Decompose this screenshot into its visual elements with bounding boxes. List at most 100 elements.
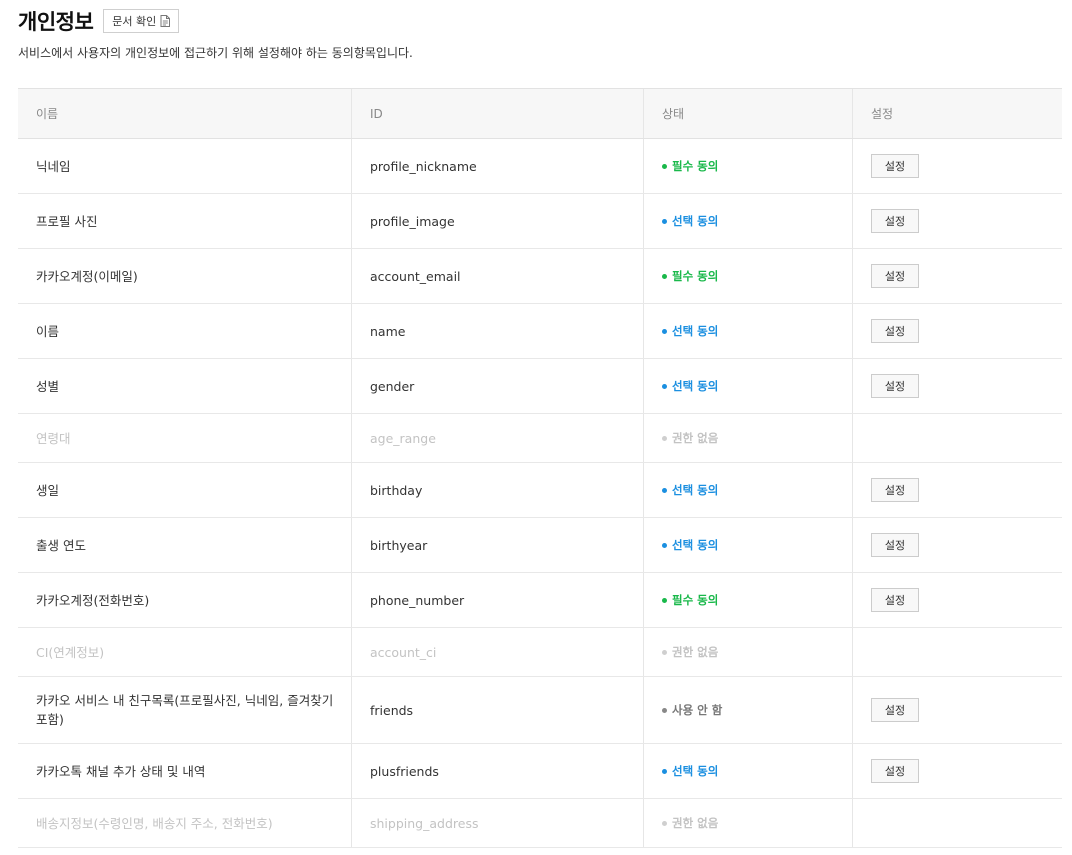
consent-item-id: age_range <box>352 414 644 462</box>
settings-cell: 설정 <box>853 359 1062 413</box>
settings-cell: 설정 <box>853 677 1062 743</box>
status-dot-icon <box>662 707 667 713</box>
consent-item-name: 이름 <box>18 304 352 358</box>
page-description: 서비스에서 사용자의 개인정보에 접근하기 위해 설정해야 하는 동의항목입니다… <box>18 46 413 60</box>
page-title: 개인정보 <box>18 10 94 34</box>
status-dot-icon <box>662 542 667 548</box>
status-dot-icon <box>662 383 667 389</box>
consent-item-name: 성별 <box>18 359 352 413</box>
consent-item-id: shipping_address <box>352 799 644 847</box>
status-dot-icon <box>662 273 667 279</box>
consent-status: 선택 동의 <box>644 463 853 517</box>
settings-cell: 설정 <box>853 573 1062 627</box>
status-dot-icon <box>662 218 667 224</box>
settings-button[interactable]: 설정 <box>871 698 919 722</box>
status-dot-icon <box>662 649 667 655</box>
consent-item-id: plusfriends <box>352 744 644 798</box>
table-row: 출생 연도 birthyear 선택 동의 설정 <box>18 518 1062 573</box>
status-label: 선택 동의 <box>672 214 719 228</box>
column-header-settings: 설정 <box>871 107 894 121</box>
consent-status: 사용 안 함 <box>644 677 853 743</box>
table-row: 카카오계정(전화번호) phone_number 필수 동의 설정 <box>18 573 1062 628</box>
consent-item-name: 배송지정보(수령인명, 배송지 주소, 전화번호) <box>18 799 352 847</box>
document-icon <box>160 15 171 27</box>
table-row: CI(연계정보) account_ci 권한 없음 <box>18 628 1062 677</box>
settings-cell: 설정 <box>853 194 1062 248</box>
consent-item-id: gender <box>352 359 644 413</box>
table-row: 이름 name 선택 동의 설정 <box>18 304 1062 359</box>
consent-item-id: profile_image <box>352 194 644 248</box>
consent-item-name: 출생 연도 <box>18 518 352 572</box>
status-label: 권한 없음 <box>672 816 719 830</box>
table-body: 닉네임 profile_nickname 필수 동의 설정 프로필 사진 profile_… <box>18 139 1062 848</box>
consent-item-id: phone_number <box>352 573 644 627</box>
header: 개인정보 문서 확인 <box>18 6 180 36</box>
consent-status: 선택 동의 <box>644 359 853 413</box>
status-label: 사용 안 함 <box>672 703 723 717</box>
column-header-status: 상태 <box>644 89 853 138</box>
settings-button[interactable]: 설정 <box>871 154 919 178</box>
settings-button[interactable]: 설정 <box>871 264 919 288</box>
status-label: 선택 동의 <box>672 379 719 393</box>
settings-cell: 설정 <box>853 518 1062 572</box>
settings-button[interactable]: 설정 <box>871 374 919 398</box>
consent-status: 권한 없음 <box>644 628 853 676</box>
consent-item-name: 생일 <box>18 463 352 517</box>
consent-status: 필수 동의 <box>644 249 853 303</box>
column-header-name: 이름 <box>18 89 352 138</box>
status-label: 권한 없음 <box>672 431 719 445</box>
consent-table: 이름 ID 상태 설정 닉네임 profile_nickname 필수 동의 설정 프로… <box>18 88 1062 848</box>
status-label: 권한 없음 <box>672 645 719 659</box>
consent-status: 필수 동의 <box>644 139 853 193</box>
consent-item-name: 카카오 서비스 내 친구목록(프로필사진, 닉네임, 즐겨찾기 포함) <box>18 677 352 743</box>
table-row: 카카오톡 채널 추가 상태 및 내역 plusfriends 선택 동의 설정 <box>18 744 1062 799</box>
status-label: 선택 동의 <box>672 538 719 552</box>
consent-item-id: friends <box>352 677 644 743</box>
table-row: 생일 birthday 선택 동의 설정 <box>18 463 1062 518</box>
consent-item-id: name <box>352 304 644 358</box>
status-label: 선택 동의 <box>672 764 719 778</box>
consent-status: 선택 동의 <box>644 518 853 572</box>
consent-status: 선택 동의 <box>644 304 853 358</box>
consent-item-name: 카카오계정(이메일) <box>18 249 352 303</box>
settings-cell <box>853 628 1062 676</box>
settings-button[interactable]: 설정 <box>871 759 919 783</box>
table-row: 성별 gender 선택 동의 설정 <box>18 359 1062 414</box>
status-label: 선택 동의 <box>672 483 719 497</box>
settings-button[interactable]: 설정 <box>871 478 919 502</box>
consent-item-id: account_email <box>352 249 644 303</box>
status-dot-icon <box>662 820 667 826</box>
settings-cell: 설정 <box>853 304 1062 358</box>
table-row: 프로필 사진 profile_image 선택 동의 설정 <box>18 194 1062 249</box>
table-row: 닉네임 profile_nickname 필수 동의 설정 <box>18 139 1062 194</box>
settings-button[interactable]: 설정 <box>871 588 919 612</box>
consent-status: 권한 없음 <box>644 414 853 462</box>
document-check-button[interactable]: 문서 확인 <box>103 9 180 33</box>
consent-item-id: birthday <box>352 463 644 517</box>
consent-item-name: 닉네임 <box>18 139 352 193</box>
document-check-label: 문서 확인 <box>112 15 157 28</box>
settings-button[interactable]: 설정 <box>871 533 919 557</box>
table-header: 이름 ID 상태 설정 <box>18 89 1062 139</box>
table-row: 연령대 age_range 권한 없음 <box>18 414 1062 463</box>
consent-status: 선택 동의 <box>644 194 853 248</box>
table-row: 카카오 서비스 내 친구목록(프로필사진, 닉네임, 즐겨찾기 포함) frien… <box>18 677 1062 744</box>
settings-cell: 설정 <box>853 249 1062 303</box>
column-header-id: ID <box>352 89 644 138</box>
consent-item-id: birthyear <box>352 518 644 572</box>
consent-item-id: profile_nickname <box>352 139 644 193</box>
consent-item-name: 카카오톡 채널 추가 상태 및 내역 <box>18 744 352 798</box>
consent-item-name: CI(연계정보) <box>18 628 352 676</box>
consent-item-name: 카카오계정(전화번호) <box>18 573 352 627</box>
consent-status: 선택 동의 <box>644 744 853 798</box>
consent-status: 권한 없음 <box>644 799 853 847</box>
settings-cell <box>853 414 1062 462</box>
status-dot-icon <box>662 163 667 169</box>
consent-item-name: 연령대 <box>18 414 352 462</box>
settings-cell: 설정 <box>853 463 1062 517</box>
status-dot-icon <box>662 328 667 334</box>
settings-cell <box>853 799 1062 847</box>
status-dot-icon <box>662 435 667 441</box>
settings-button[interactable]: 설정 <box>871 209 919 233</box>
settings-button[interactable]: 설정 <box>871 319 919 343</box>
